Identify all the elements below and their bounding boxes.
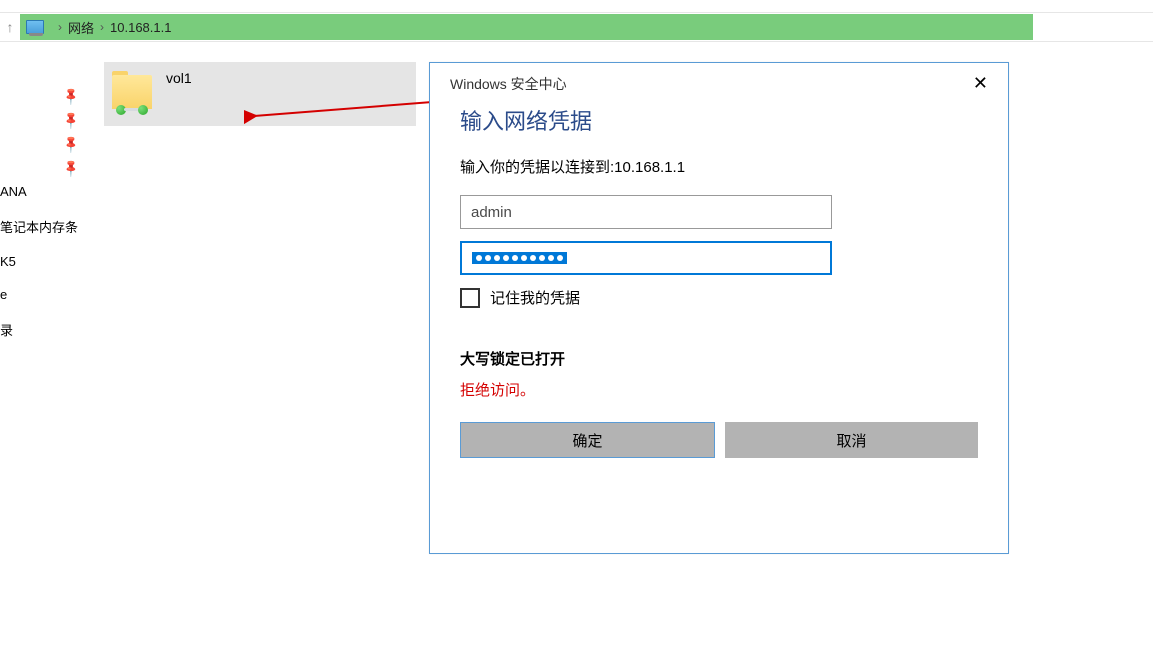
checkbox-icon[interactable] (460, 288, 480, 308)
cancel-button[interactable]: 取消 (725, 422, 978, 458)
remember-credentials-row[interactable]: 记住我的凭据 (460, 287, 978, 308)
password-field[interactable] (460, 241, 832, 275)
username-field[interactable]: admin (460, 195, 832, 229)
chevron-right-icon: › (100, 20, 104, 34)
sidebar-item[interactable]: ANA (0, 184, 100, 199)
caps-lock-warning: 大写锁定已打开 (460, 348, 978, 369)
sidebar-item[interactable]: 笔记本内存条 (0, 217, 100, 236)
sidebar-item[interactable]: K5 (0, 254, 100, 269)
dialog-header-title: Windows 安全中心 (450, 74, 567, 94)
address-bar[interactable]: › 网络 › 10.168.1.1 (20, 14, 1033, 40)
ok-button[interactable]: 确定 (460, 422, 715, 458)
close-icon[interactable]: ✕ (967, 71, 994, 96)
network-share-vol1[interactable]: vol1 (104, 62, 416, 126)
breadcrumb-network[interactable]: 网络 (68, 18, 94, 37)
password-mask (472, 252, 567, 264)
credentials-dialog: Windows 安全中心 ✕ 输入网络凭据 输入你的凭据以连接到:10.168.… (429, 62, 1009, 554)
address-bar-row: ↑ › 网络 › 10.168.1.1 (0, 12, 1153, 42)
error-message: 拒绝访问。 (460, 379, 978, 400)
folder-label: vol1 (166, 70, 192, 86)
chevron-right-icon: › (58, 20, 62, 34)
sidebar-item[interactable]: 录 (0, 320, 100, 339)
remember-label: 记住我的凭据 (490, 287, 580, 308)
dialog-subtitle: 输入你的凭据以连接到:10.168.1.1 (460, 156, 978, 177)
sidebar-item[interactable]: e (0, 287, 100, 302)
sidebar: 📌 📌 📌 📌 ANA 笔记本内存条 K5 e 录 (0, 70, 100, 339)
nav-up-icon[interactable]: ↑ (0, 19, 20, 35)
network-folder-icon (110, 71, 156, 117)
computer-icon (26, 20, 44, 34)
username-value: admin (471, 204, 512, 221)
dialog-title: 输入网络凭据 (460, 104, 978, 136)
breadcrumb-ip[interactable]: 10.168.1.1 (110, 20, 171, 35)
